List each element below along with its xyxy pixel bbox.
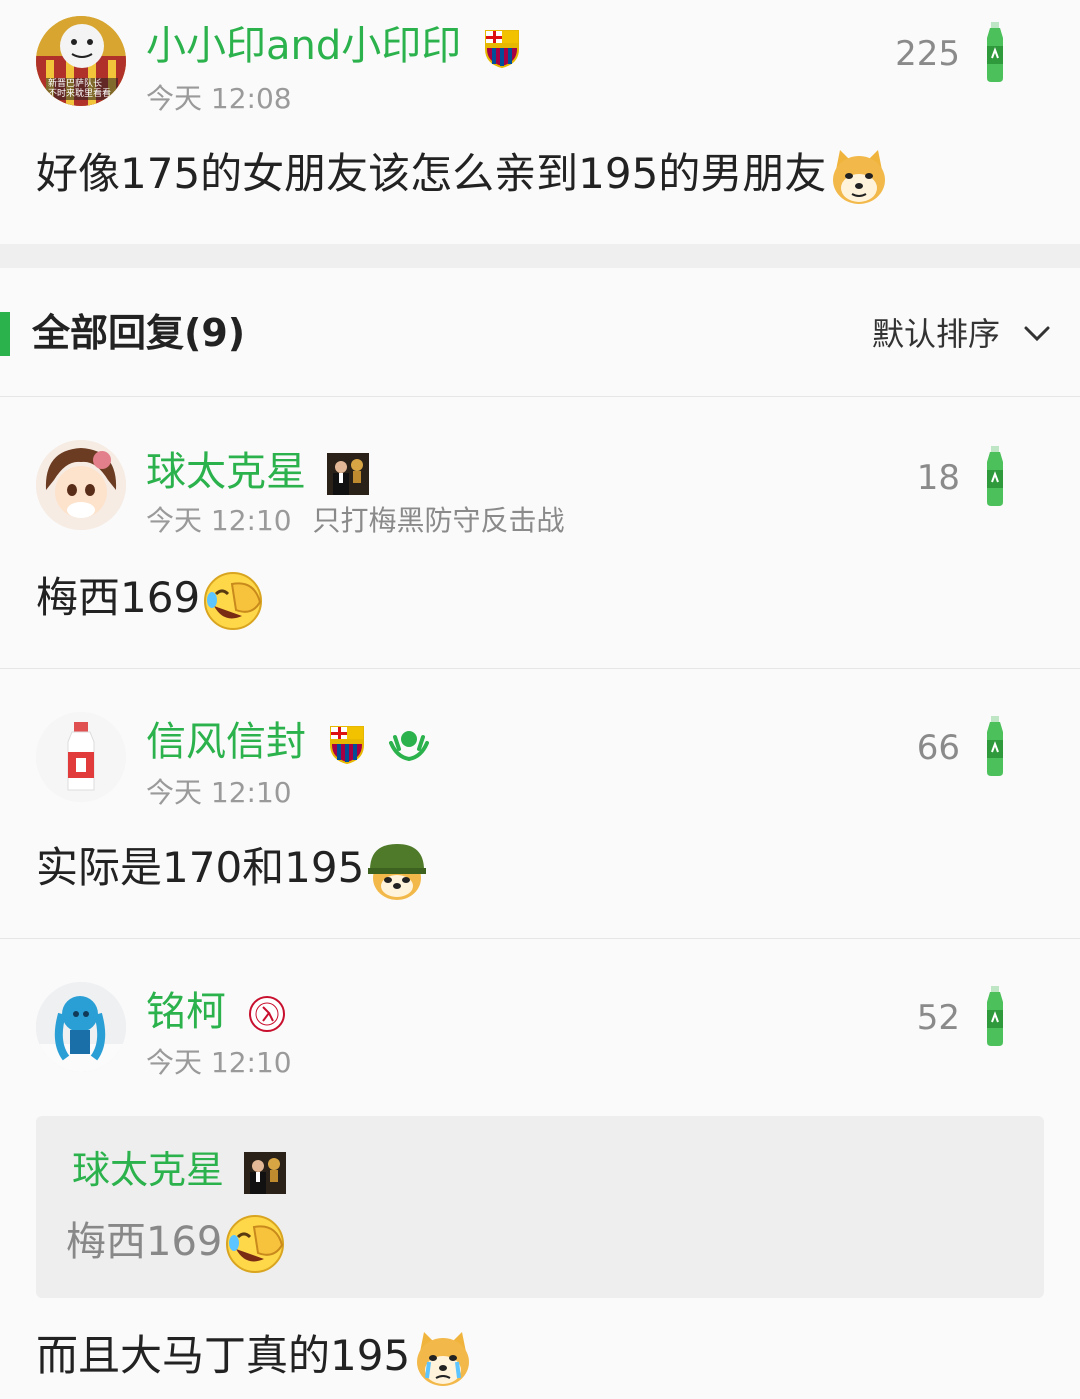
reply-author-avatar[interactable] [36, 440, 126, 530]
post-author-name[interactable]: 小小印and小印印 [146, 22, 522, 70]
figure-snow-avatar-icon [36, 982, 126, 1072]
post-time: 今天 12:08 [146, 82, 292, 115]
avatar-caption-line1: 新晋巴萨队长 [48, 79, 103, 89]
doge-emoji-icon [833, 149, 886, 204]
reply-content: 实际是170和195 [36, 836, 428, 902]
quoted-author-name[interactable]: 球太克星 [72, 1146, 287, 1194]
section-separator [0, 244, 1080, 268]
reply-like-count[interactable]: 18 [850, 458, 960, 498]
post-like-count[interactable]: 225 [850, 34, 960, 74]
bottle-like-icon[interactable] [984, 716, 1006, 776]
sort-dropdown-label[interactable]: 默认排序 [872, 312, 1000, 356]
section-accent-bar [0, 312, 10, 356]
anime-girl-avatar-icon [36, 440, 126, 530]
reply-divider [0, 938, 1080, 939]
post-content: 好像175的女朋友该怎么亲到195的男朋友 [36, 142, 890, 208]
reply-time: 今天 12:10 [146, 1046, 292, 1079]
hands-ball-badge-icon [389, 731, 430, 762]
replies-header: 全部回复(9) 默认排序 [0, 268, 1080, 397]
reply-author-name[interactable]: 球太克星 [146, 448, 369, 496]
crying-doge-emoji-icon [417, 1331, 470, 1386]
chevron-down-icon[interactable] [1022, 318, 1052, 348]
reply-author-avatar[interactable] [36, 712, 126, 802]
post-content-text: 好像175的女朋友该怎么亲到195的男朋友 [36, 149, 827, 198]
reply-author-name[interactable]: 铭柯 [146, 988, 287, 1036]
bottle-like-icon[interactable] [984, 22, 1006, 82]
reply-content-text: 实际是170和195 [36, 843, 365, 892]
reply-time: 今天 12:10 只打梅黑防守反击战 [146, 504, 565, 538]
ajax-badge-icon [248, 996, 285, 1032]
reply-like-count[interactable]: 66 [850, 728, 960, 768]
reply-content: 梅西169 [36, 566, 264, 632]
avatar-caption-line2: 不时来耽里看看 [48, 89, 112, 99]
player-photo-badge-icon [244, 1151, 287, 1194]
reply-author-name[interactable]: 信风信封 [146, 718, 431, 766]
facepalm-laugh-emoji-icon [204, 571, 263, 630]
bottle-like-icon[interactable] [984, 446, 1006, 506]
reply-time-text: 今天 12:10 [146, 504, 292, 537]
reply-author-avatar[interactable] [36, 982, 126, 1072]
reply-author-name-text: 铭柯 [146, 989, 226, 1035]
reply-like-count[interactable]: 52 [850, 998, 960, 1038]
quoted-reply[interactable]: 球太克星 梅西169 [36, 1116, 1044, 1298]
facepalm-laugh-emoji-icon [226, 1215, 285, 1273]
reply-time: 今天 12:10 [146, 776, 292, 809]
reply-content-text: 而且大马丁真的195 [36, 1331, 411, 1380]
soda-bottle-avatar-icon [36, 712, 126, 802]
bottle-like-icon[interactable] [984, 986, 1006, 1046]
replies-title: 全部回复(9) [32, 311, 246, 355]
helmet-doge-emoji-icon [368, 843, 427, 900]
reply-author-name-text: 球太克星 [146, 449, 306, 495]
reply-content-text: 梅西169 [36, 573, 201, 622]
quoted-content: 梅西169 [66, 1212, 286, 1275]
post-author-name-text: 小小印and小印印 [146, 23, 462, 69]
reply-content: 而且大马丁真的195 [36, 1324, 474, 1390]
fcb-badge-icon [484, 30, 519, 69]
quoted-author-name-text: 球太克星 [72, 1148, 225, 1192]
reply-divider [0, 668, 1080, 669]
fcb-badge-icon [329, 726, 364, 765]
reply-author-tagline: 只打梅黑防守反击战 [312, 504, 565, 537]
player-photo-badge-icon [326, 453, 369, 495]
original-post: 新晋巴萨队长 不时来耽里看看 小小印and小印印 今天 12:08 225 好像… [0, 0, 1080, 244]
reply-author-name-text: 信风信封 [146, 719, 306, 765]
quoted-content-text: 梅西169 [66, 1219, 223, 1265]
post-author-avatar[interactable]: 新晋巴萨队长 不时来耽里看看 [36, 16, 126, 106]
